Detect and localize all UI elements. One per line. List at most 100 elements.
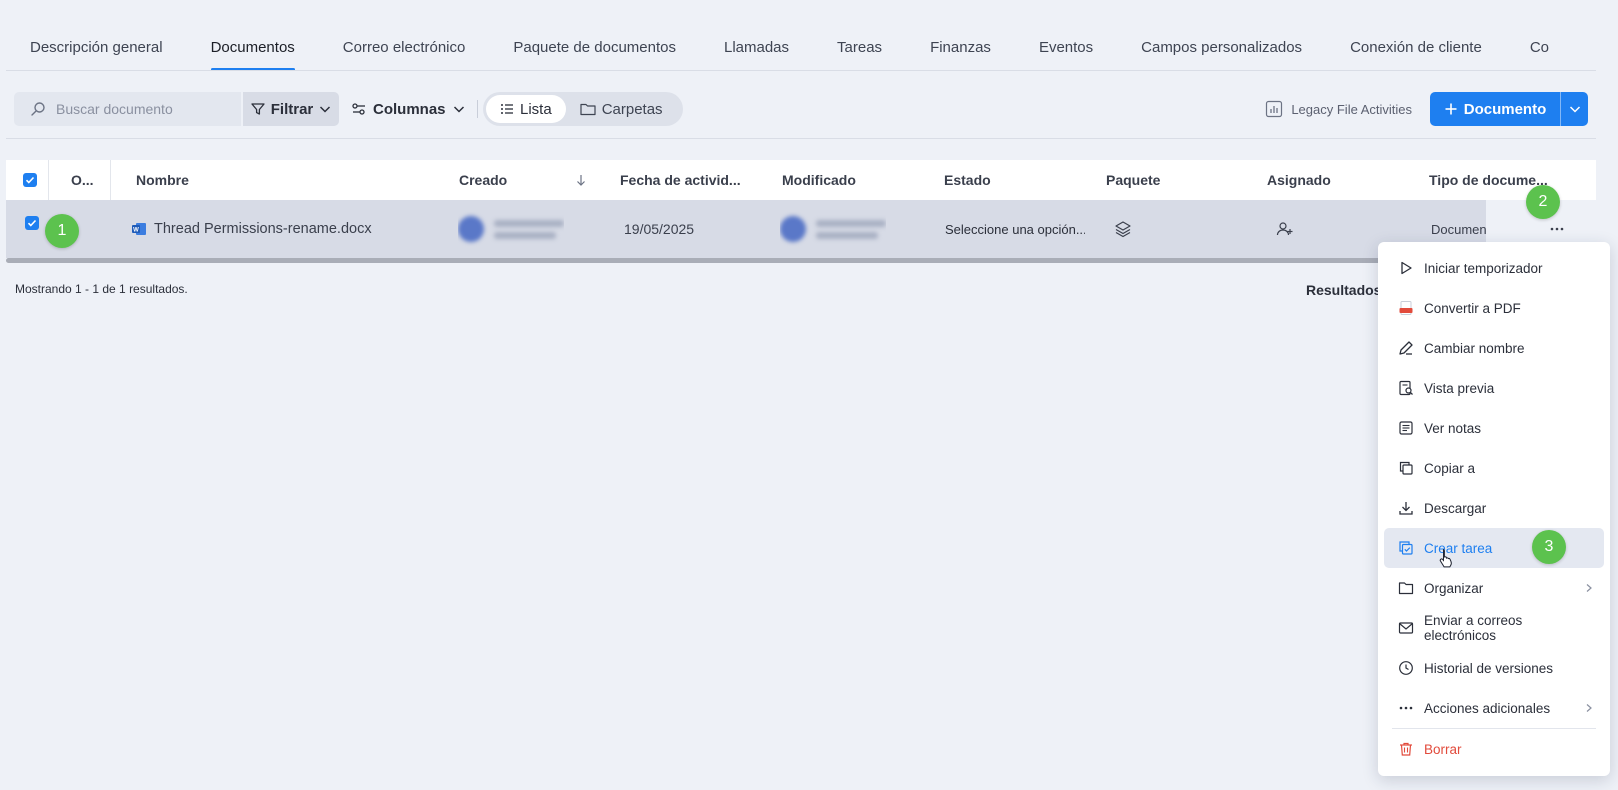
new-document-main[interactable]: Documento: [1430, 101, 1560, 118]
status-select[interactable]: Seleccione una opción...: [945, 200, 1085, 258]
header-modified[interactable]: Modificado: [782, 160, 856, 200]
menu-item-label: Cambiar nombre: [1424, 340, 1525, 356]
tab-llamadas[interactable]: Llamadas: [700, 39, 813, 70]
play-icon: [1401, 261, 1412, 275]
tab-paquete-de-documentos[interactable]: Paquete de documentos: [489, 39, 700, 70]
legacy-file-activities-link[interactable]: Legacy File Activities: [1265, 92, 1412, 126]
header-assigned[interactable]: Asignado: [1267, 160, 1331, 200]
filter-button[interactable]: Filtrar: [243, 92, 339, 126]
chevron-down-icon: [453, 106, 464, 113]
new-document-label: Documento: [1463, 100, 1547, 118]
horizontal-scrollbar[interactable]: [6, 258, 1534, 263]
columns-button[interactable]: Columnas: [351, 92, 466, 126]
tab-eventos[interactable]: Eventos: [1015, 39, 1117, 70]
notes-icon: [1399, 421, 1413, 435]
menu-item-label: Historial de versiones: [1424, 660, 1554, 676]
more-icon: [1399, 706, 1413, 710]
tab-bar: Descripción general Documentos Correo el…: [6, 24, 1596, 71]
view-folders-button[interactable]: Carpetas: [566, 95, 677, 123]
mail-icon: [1398, 622, 1414, 634]
document-name[interactable]: Thread Permissions-rename.docx: [154, 221, 372, 237]
header-document-type[interactable]: Tipo de docume...: [1429, 160, 1596, 200]
results-per-page-label: Resultados: [1306, 282, 1382, 298]
view-folders-label: Carpetas: [601, 100, 663, 118]
menu-item-more-actions[interactable]: Acciones adicionales: [1384, 688, 1604, 728]
menu-item-label: Ver notas: [1424, 420, 1482, 436]
tab-conexion-de-cliente[interactable]: Conexión de cliente: [1326, 39, 1506, 70]
header-created[interactable]: Creado: [459, 160, 507, 200]
menu-item-convert-pdf[interactable]: Convertir a PDF: [1384, 288, 1604, 328]
menu-item-preview[interactable]: Vista previa: [1384, 368, 1604, 408]
blurred-user-name: [494, 219, 564, 239]
avatar: [780, 216, 806, 242]
tab-documentos[interactable]: Documentos: [187, 39, 319, 70]
toolbar-divider: [477, 100, 478, 118]
tab-descripcion-general[interactable]: Descripción general: [6, 39, 187, 70]
menu-item-view-notes[interactable]: Ver notas: [1384, 408, 1604, 448]
new-document-button[interactable]: Documento: [1430, 92, 1588, 126]
activity-date-cell: 19/05/2025: [624, 221, 695, 237]
menu-item-label: Convertir a PDF: [1424, 300, 1521, 316]
header-activity-date[interactable]: Fecha de activid...: [620, 160, 760, 200]
preview-icon: [1399, 380, 1413, 396]
menu-item-label: Iniciar temporizador: [1424, 260, 1543, 276]
tab-correo-electronico[interactable]: Correo electrónico: [319, 39, 490, 70]
task-icon: [1399, 541, 1413, 555]
menu-item-label: Crear tarea: [1424, 540, 1493, 556]
step-marker-2: 2: [1526, 185, 1560, 219]
package-layers-icon[interactable]: [1114, 200, 1132, 258]
table-row[interactable]: W Thread Permissions-rename.docx 19/05/2…: [6, 200, 1596, 258]
tab-overflow[interactable]: Co: [1506, 39, 1573, 70]
clock-icon: [1399, 661, 1413, 675]
menu-item-create-task[interactable]: Crear tarea: [1384, 528, 1604, 568]
menu-item-start-timer[interactable]: Iniciar temporizador: [1384, 248, 1604, 288]
documents-table: O... Nombre Creado Fecha de activid... M…: [6, 160, 1596, 263]
menu-item-download[interactable]: Descargar: [1384, 488, 1604, 528]
download-icon: [1399, 502, 1413, 515]
pdf-icon: [1399, 301, 1413, 315]
header-package[interactable]: Paquete: [1106, 160, 1160, 200]
folder-icon: [1398, 582, 1414, 595]
menu-item-organize[interactable]: Organizar: [1384, 568, 1604, 608]
column-divider: [48, 160, 49, 200]
header-name[interactable]: Nombre: [136, 160, 189, 200]
menu-item-send-email[interactable]: Enviar a correos electrónicos: [1384, 608, 1604, 648]
sort-desc-icon[interactable]: [574, 160, 588, 200]
step-marker-1: 1: [45, 214, 79, 248]
menu-item-label: Descargar: [1424, 500, 1487, 516]
tab-finanzas[interactable]: Finanzas: [906, 39, 1015, 70]
chevron-down-icon: [1569, 106, 1580, 113]
created-by-cell: [458, 200, 564, 258]
filter-label: Filtrar: [270, 100, 314, 118]
copy-icon: [1399, 461, 1413, 475]
search-input[interactable]: [56, 101, 236, 117]
tab-tareas[interactable]: Tareas: [813, 39, 906, 70]
svg-text:W: W: [133, 228, 139, 234]
tab-campos-personalizados[interactable]: Campos personalizados: [1117, 39, 1326, 70]
header-status[interactable]: Estado: [944, 160, 991, 200]
columns-label: Columnas: [373, 100, 446, 118]
menu-item-rename[interactable]: Cambiar nombre: [1384, 328, 1604, 368]
checkbox-checked[interactable]: [23, 173, 37, 187]
check-icon: [27, 219, 37, 227]
results-count: Mostrando 1 - 1 de 1 resultados.: [15, 282, 188, 296]
search-box: [14, 92, 241, 126]
view-list-button[interactable]: Lista: [486, 95, 566, 123]
legacy-label: Legacy File Activities: [1291, 101, 1412, 117]
view-toggle: Lista Carpetas: [483, 92, 683, 126]
row-checkbox[interactable]: [25, 200, 39, 246]
select-all-checkbox[interactable]: [23, 160, 37, 200]
add-user-icon[interactable]: [1276, 200, 1294, 258]
checkbox-checked[interactable]: [25, 216, 39, 230]
chevron-right-icon: [1586, 584, 1592, 592]
column-divider: [110, 160, 111, 200]
menu-item-version-history[interactable]: Historial de versiones: [1384, 648, 1604, 688]
menu-item-delete[interactable]: Borrar: [1384, 729, 1604, 769]
document-toolbar: Filtrar Columnas Lista Carpetas Legacy F…: [14, 92, 1588, 126]
columns-settings-icon: [352, 103, 365, 115]
document-name-cell[interactable]: W Thread Permissions-rename.docx: [131, 200, 372, 258]
menu-item-copy-to[interactable]: Copiar a: [1384, 448, 1604, 488]
chevron-down-icon: [320, 106, 331, 113]
new-document-dropdown-button[interactable]: [1560, 92, 1588, 126]
header-order[interactable]: O...: [71, 160, 94, 200]
